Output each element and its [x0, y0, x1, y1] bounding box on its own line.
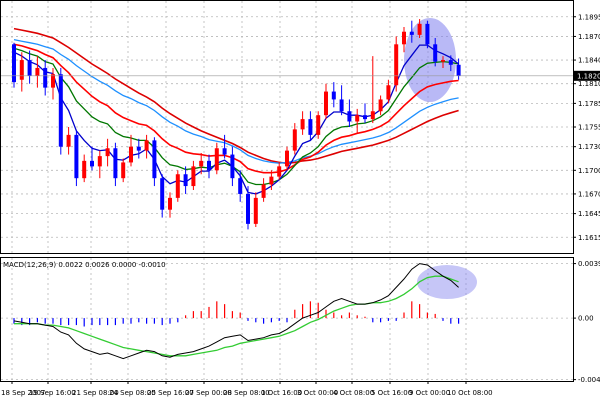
- candle-body: [175, 174, 180, 198]
- candle-body: [363, 115, 367, 120]
- ema-outer-red-line: [13, 27, 459, 165]
- time-tick-label: 3 Oct 00:00: [297, 389, 338, 397]
- price-tick-label: 1.1785: [578, 100, 600, 108]
- candle-body: [417, 23, 422, 35]
- candle-body: [35, 67, 40, 76]
- candle-body: [402, 31, 406, 45]
- candle-body: [43, 67, 48, 88]
- macd-tick-label: 0.0039: [578, 260, 600, 268]
- price-tick-label: 1.1615: [578, 234, 600, 242]
- candle-body: [238, 178, 243, 194]
- candlesticks: [12, 19, 461, 230]
- candle-body: [12, 44, 16, 83]
- candle-body: [394, 44, 399, 86]
- candle-body: [222, 148, 227, 155]
- candle-body: [160, 178, 165, 210]
- candle-body: [331, 91, 336, 100]
- macd-highlight-ellipse: [417, 265, 477, 299]
- current-price-label: 1.1820: [577, 72, 600, 80]
- grid: [1, 1, 573, 381]
- price-tick-label: 1.1755: [578, 124, 600, 132]
- candle-body: [269, 176, 274, 185]
- candle-body: [144, 140, 149, 151]
- time-tick-label: 4 Oct 08:00: [333, 389, 374, 397]
- candle-body: [378, 99, 383, 112]
- candle-body: [19, 60, 24, 80]
- candle-body: [253, 197, 258, 224]
- candle-body: [386, 85, 391, 100]
- candle-body: [129, 146, 133, 163]
- candle-body: [316, 115, 321, 135]
- time-tick-label: 5 Oct 16:00: [371, 389, 412, 397]
- macd-indicator-label: MACD(12,26,9) 0.0022 0.0026 0.0000 -0.00…: [3, 261, 166, 269]
- price-tick-label: 1.1730: [578, 143, 600, 151]
- candle-body: [277, 166, 282, 177]
- candle-body: [214, 148, 219, 171]
- candle-body: [261, 184, 266, 198]
- candle-body: [456, 64, 461, 76]
- candle-body: [183, 174, 188, 187]
- candle-body: [292, 129, 297, 151]
- time-tick-label: 1 Oct 16:00: [261, 389, 302, 397]
- price-tick-label: 1.1840: [578, 57, 600, 65]
- candle-body: [74, 134, 79, 179]
- candle-body: [300, 119, 305, 130]
- candle-body: [441, 60, 445, 62]
- price-tick-label: 1.1670: [578, 190, 600, 198]
- candle-body: [191, 166, 196, 187]
- candle-body: [347, 111, 352, 122]
- candle-body: [425, 23, 430, 45]
- candle-body: [207, 160, 211, 171]
- ema-slow-red-line: [13, 43, 459, 174]
- price-tick-label: 1.1870: [578, 33, 600, 41]
- time-tick-label: 10 Oct 08:00: [447, 389, 493, 397]
- candle-body: [199, 160, 204, 167]
- time-axis: 18 Sep 200719 Sep 16:0021 Sep 08:0024 Se…: [1, 381, 493, 397]
- price-tick-label: 1.1645: [578, 210, 600, 218]
- candle-body: [230, 154, 235, 179]
- macd-axis: 0.0039 0.00 -0.0044: [573, 260, 600, 384]
- macd-signal-line: [14, 275, 459, 357]
- price-tick-label: 1.1810: [578, 80, 600, 88]
- trading-chart-window: 1.1895 1.1870 1.1840 1.1810 1.1785 1.1755 1.17…: [0, 0, 600, 400]
- candle-body: [121, 162, 126, 179]
- candle-body: [324, 91, 328, 116]
- candle-body: [409, 31, 414, 35]
- candle-body: [448, 60, 453, 65]
- candle-body: [27, 60, 32, 76]
- time-tick-label: 19 Sep 16:00: [29, 389, 76, 397]
- macd-tick-label: 0.00: [578, 315, 594, 323]
- candle-body: [246, 193, 250, 224]
- candle-body: [285, 150, 289, 167]
- chart-canvas[interactable]: 1.1895 1.1870 1.1840 1.1810 1.1785 1.1755 1.17…: [0, 0, 600, 400]
- candle-body: [370, 111, 375, 120]
- ema-fast-blue-line: [13, 44, 460, 195]
- candle-body: [90, 160, 94, 167]
- candle-body: [339, 99, 344, 112]
- candle-body: [105, 148, 110, 157]
- candle-body: [66, 134, 71, 147]
- candle-body: [113, 148, 118, 179]
- candle-body: [51, 74, 55, 88]
- candle-body: [308, 119, 313, 135]
- price-tick-label: 1.1895: [578, 13, 600, 21]
- time-tick-label: 9 Oct 00:00: [409, 389, 450, 397]
- macd-tick-label: -0.0044: [578, 376, 600, 384]
- macd-series: [13, 263, 460, 360]
- candle-body: [58, 74, 63, 147]
- candle-body: [433, 44, 438, 62]
- candle-body: [168, 197, 172, 210]
- moving-average-lines: [13, 27, 460, 195]
- price-tick-label: 1.1700: [578, 167, 600, 175]
- candle-body: [355, 115, 360, 122]
- candle-body: [82, 160, 87, 179]
- candle-body: [136, 146, 141, 151]
- candle-body: [152, 140, 157, 179]
- candle-body: [97, 156, 102, 167]
